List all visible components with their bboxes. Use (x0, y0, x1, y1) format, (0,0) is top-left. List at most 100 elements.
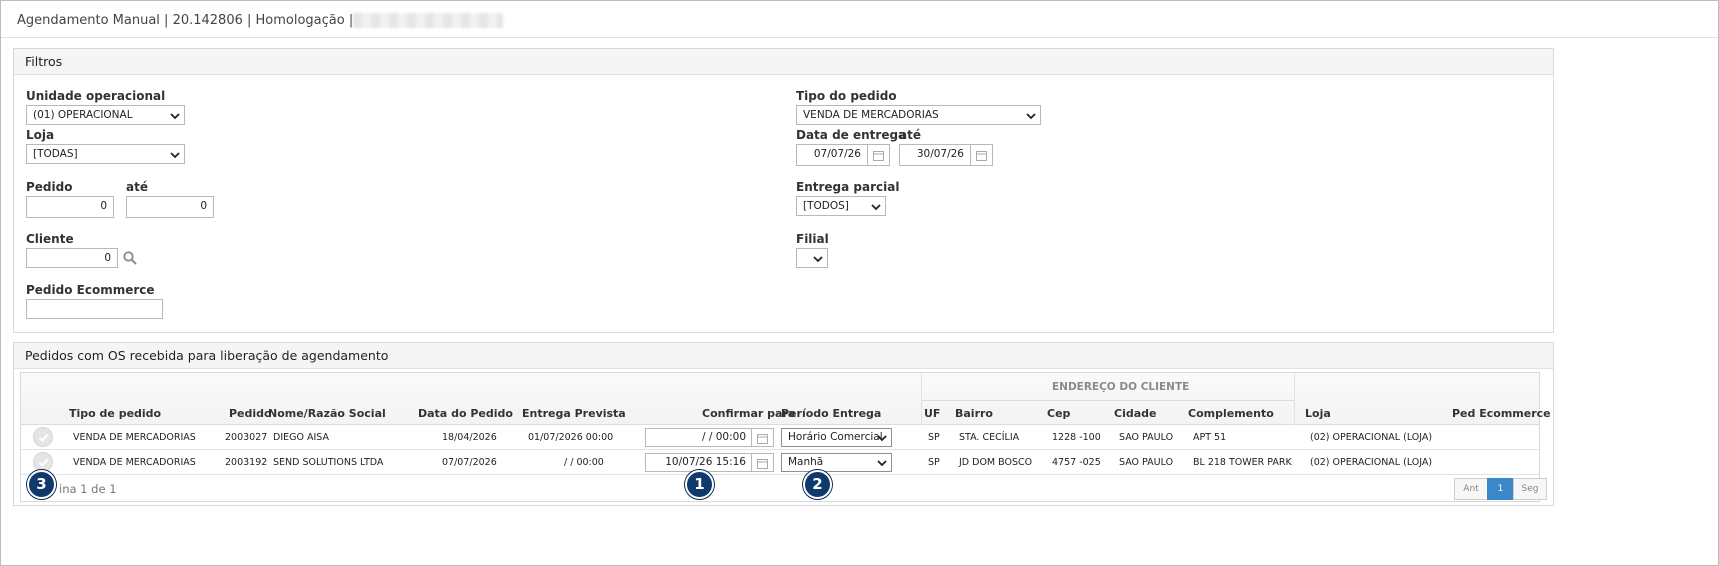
group-left-divider (921, 373, 922, 425)
cell-loja: (02) OPERACIONAL (LOJA) (1310, 457, 1433, 468)
page-info: ina 1 de 1 (59, 482, 117, 496)
data-entrega-from-input[interactable]: 07/07/26 (796, 144, 868, 166)
check-icon (38, 458, 49, 467)
loja-select[interactable]: [TODAS] (26, 144, 185, 164)
cell-complemento: APT 51 (1193, 432, 1227, 443)
cell-nome: DIEGO AISA (273, 432, 329, 443)
pager-next-button[interactable]: Seg (1513, 478, 1547, 500)
app-window: Agendamento Manual | 20.142806 | Homolog… (0, 0, 1719, 566)
orders-panel: Pedidos com OS recebida para liberação d… (13, 342, 1554, 506)
cell-pedido: 2003192 (225, 457, 268, 468)
pedido-label: Pedido (26, 180, 73, 194)
filters-panel: Filtros Unidade operacional (01) OPERACI… (13, 48, 1554, 333)
cell-entrega-prevista: 01/07/2026 00:00 (528, 432, 614, 443)
col-bairro[interactable]: Bairro (955, 407, 993, 420)
filial-select[interactable] (796, 248, 828, 268)
chevron-down-icon (871, 204, 881, 211)
title-bar: Agendamento Manual | 20.142806 | Homolog… (1, 1, 1718, 38)
window-title: Agendamento Manual | 20.142806 | Homolog… (17, 13, 354, 28)
col-cep[interactable]: Cep (1047, 407, 1070, 420)
chevron-down-icon (877, 460, 887, 467)
pedido-ecommerce-label: Pedido Ecommerce (26, 283, 155, 297)
chevron-down-icon (877, 435, 887, 442)
cell-cep: 1228 -100 (1052, 432, 1101, 443)
orders-heading: Pedidos com OS recebida para liberação d… (14, 343, 1553, 369)
tipo-pedido-label: Tipo do pedido (796, 89, 897, 103)
col-data-pedido[interactable]: Data do Pedido (418, 407, 513, 420)
entrega-parcial-value: [TODOS] (803, 200, 849, 212)
col-loja[interactable]: Loja (1305, 407, 1331, 420)
periodo-value: Manhã (788, 456, 824, 468)
cell-tipo: VENDA DE MERCADORIAS (73, 457, 196, 468)
cell-entrega-prevista: / / 00:00 (564, 457, 604, 468)
col-pedido[interactable]: Pedido (229, 407, 272, 420)
calendar-icon (757, 459, 768, 469)
cell-uf: SP (928, 432, 940, 443)
col-entrega-prevista[interactable]: Entrega Prevista (522, 407, 626, 420)
confirm-check-button[interactable] (33, 427, 53, 447)
group-header-endereco: ENDEREÇO DO CLIENTE (1052, 381, 1190, 393)
filters-heading: Filtros (14, 49, 1553, 75)
cell-data-pedido: 18/04/2026 (442, 432, 497, 443)
entrega-parcial-select[interactable]: [TODOS] (796, 196, 886, 216)
calendar-icon (757, 434, 768, 444)
tipo-pedido-select[interactable]: VENDA DE MERCADORIAS (796, 105, 1041, 125)
cell-cidade: SAO PAULO (1119, 432, 1174, 443)
calendar-button[interactable] (752, 453, 774, 472)
col-uf[interactable]: UF (924, 407, 940, 420)
confirm-check-button[interactable] (33, 452, 53, 472)
data-entrega-to-input[interactable]: 30/07/26 (899, 144, 971, 166)
col-nome[interactable]: Nome/Razão Social (268, 407, 386, 420)
data-entrega-label: Data de entrega (796, 128, 907, 142)
cell-bairro: STA. CECÍLIA (959, 432, 1020, 443)
calendar-icon (976, 151, 987, 161)
cell-loja: (02) OPERACIONAL (LOJA) (1310, 432, 1433, 443)
cell-cidade: SAO PAULO (1119, 457, 1174, 468)
calendar-button[interactable] (971, 144, 993, 166)
search-icon[interactable] (123, 251, 137, 265)
cell-bairro: JD DOM BOSCO (959, 457, 1033, 468)
col-tipo[interactable]: Tipo de pedido (69, 407, 161, 420)
cell-nome: SEND SOLUTIONS LTDA (273, 457, 384, 468)
unidade-label: Unidade operacional (26, 89, 166, 103)
unidade-select[interactable]: (01) OPERACIONAL (26, 105, 185, 125)
periodo-value: Horário Comercial (788, 431, 883, 443)
cliente-input[interactable]: 0 (26, 248, 118, 268)
pedido-ate-label: até (126, 180, 148, 194)
col-complemento[interactable]: Complemento (1188, 407, 1274, 420)
chevron-down-icon (170, 113, 180, 120)
annotation-marker-3: 3 (27, 470, 56, 499)
periodo-select[interactable]: Manhã (781, 453, 892, 472)
cliente-label: Cliente (26, 232, 74, 246)
pager-prev-button[interactable]: Ant (1454, 478, 1488, 500)
check-icon (38, 433, 49, 442)
annotation-marker-1: 1 (685, 470, 714, 499)
pager-page-button[interactable]: 1 (1487, 478, 1514, 500)
chevron-down-icon (170, 152, 180, 159)
loja-label: Loja (26, 128, 55, 142)
col-cidade[interactable]: Cidade (1114, 407, 1156, 420)
col-ped-ecommerce[interactable]: Ped Ecommerce (1452, 407, 1551, 420)
pedido-from-input[interactable]: 0 (26, 196, 114, 218)
cell-data-pedido: 07/07/2026 (442, 457, 497, 468)
pedido-ecommerce-input[interactable] (26, 299, 163, 319)
pedido-to-input[interactable]: 0 (126, 196, 214, 218)
calendar-button[interactable] (868, 144, 890, 166)
group-header-divider (922, 400, 1294, 401)
chevron-down-icon (1026, 113, 1036, 120)
group-right-divider (1294, 373, 1295, 425)
table-row: VENDA DE MERCADORIAS 2003192 SEND SOLUTI… (21, 450, 1539, 475)
unidade-value: (01) OPERACIONAL (33, 109, 133, 121)
periodo-select[interactable]: Horário Comercial (781, 428, 892, 447)
confirmar-datetime-input[interactable]: / / 00:00 (645, 428, 752, 447)
cell-pedido: 2003027 (225, 432, 268, 443)
col-periodo[interactable]: Período Entrega (781, 407, 881, 420)
cell-complemento: BL 218 TOWER PARK (1193, 457, 1292, 468)
cell-cep: 4757 -025 (1052, 457, 1101, 468)
table-row: VENDA DE MERCADORIAS 2003027 DIEGO AISA … (21, 425, 1539, 450)
entrega-parcial-label: Entrega parcial (796, 180, 900, 194)
calendar-button[interactable] (752, 428, 774, 447)
redacted-title-segment (353, 13, 503, 28)
filial-label: Filial (796, 232, 829, 246)
loja-value: [TODAS] (33, 148, 78, 160)
